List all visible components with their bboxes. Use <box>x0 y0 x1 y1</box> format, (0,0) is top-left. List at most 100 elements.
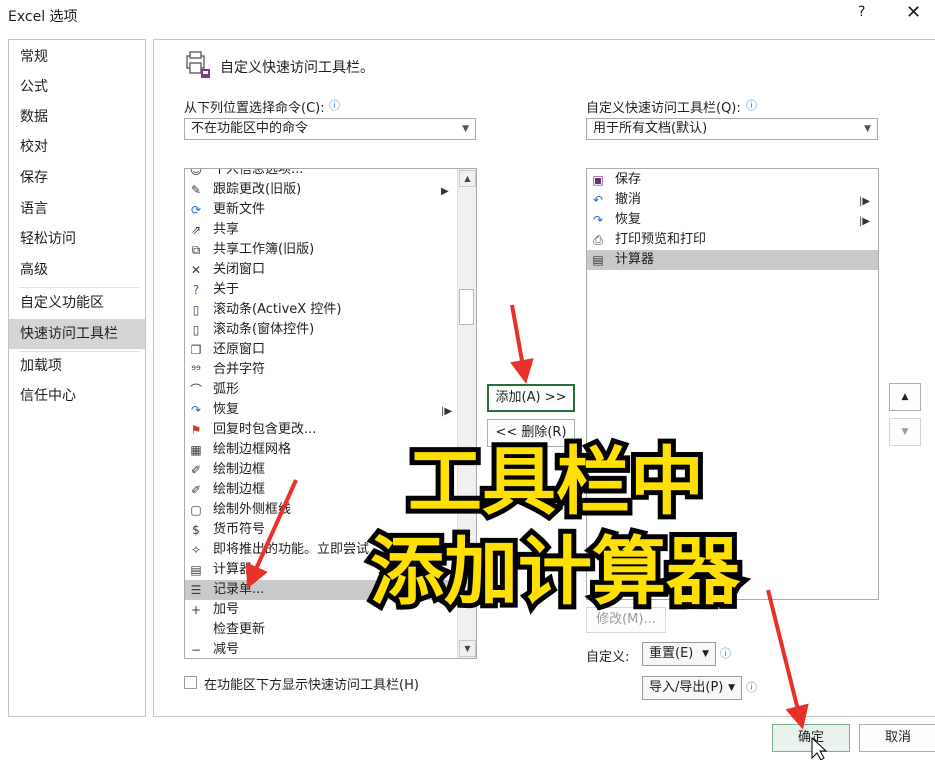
sidebar-item-advanced[interactable]: 高级 <box>9 255 145 285</box>
sidebar-item-formulas[interactable]: 公式 <box>9 72 145 102</box>
sidebar-item-proofing[interactable]: 校对 <box>9 132 145 162</box>
command-label: 弧形 <box>213 382 240 397</box>
choose-commands-select[interactable]: 不在功能区中的命令 ▼ <box>184 118 476 140</box>
cancel-button[interactable]: 取消 <box>859 724 935 752</box>
scrollbar-form-icon: ▯ <box>192 323 200 337</box>
command-label: 共享工作簿(旧版) <box>213 242 315 257</box>
info-icon: ⓘ <box>746 681 757 694</box>
move-up-button[interactable]: ▲ <box>889 383 921 411</box>
qat-list-item[interactable]: ▣ 保存 <box>587 170 878 190</box>
command-label: 加号 <box>213 602 240 617</box>
qat-list-item[interactable]: ⎙ 打印预览和打印 <box>587 230 878 250</box>
window-title: Excel 选项 <box>8 9 78 25</box>
person-icon: ☺ <box>189 168 203 177</box>
command-list-item[interactable]: ▯ 滚动条(窗体控件) <box>185 320 457 340</box>
sidebar-item-language[interactable]: 语言 <box>9 194 145 224</box>
command-label: 绘制边框网格 <box>213 442 292 457</box>
draw-border-icon: ✐ <box>190 463 202 477</box>
chevron-down-icon: ▼ <box>728 683 735 693</box>
command-label: 合并字符 <box>213 362 266 377</box>
show-below-ribbon-checkbox[interactable] <box>184 676 197 689</box>
command-list-item[interactable]: ⚑ 回复时包含更改... <box>185 420 457 440</box>
command-list-item[interactable]: ❐ 还原窗口 <box>185 340 457 360</box>
command-list-item[interactable]: ⇗ 共享 <box>185 220 457 240</box>
reply-changes-icon: ⚑ <box>190 423 202 437</box>
sidebar-item-general[interactable]: 常规 <box>9 42 145 72</box>
page-title: 自定义快速访问工具栏。 <box>220 60 374 76</box>
command-label: 记录单... <box>213 582 265 597</box>
scroll-down-button[interactable]: ▼ <box>459 640 476 657</box>
command-list-item[interactable]: − 减号 <box>185 640 457 658</box>
qat-list-item[interactable]: ↶ 撤消 |▶ <box>587 190 878 210</box>
command-list-item[interactable]: ⧉ 共享工作簿(旧版) <box>185 240 457 260</box>
command-label: 回复时包含更改... <box>213 422 317 437</box>
command-list-item[interactable]: ✕ 关闭窗口 <box>185 260 457 280</box>
command-list-item[interactable]: 检查更新 <box>185 620 457 640</box>
form-icon: ☰ <box>190 583 202 597</box>
sidebar-item-save[interactable]: 保存 <box>9 163 145 193</box>
sidebar-item-trust-center[interactable]: 信任中心 <box>9 381 145 411</box>
help-button[interactable]: ? <box>858 4 865 20</box>
customize-qat-select[interactable]: 用于所有文档(默认) ▼ <box>586 118 878 140</box>
update-file-icon: ⟳ <box>190 203 202 217</box>
sidebar-item-quick-access-toolbar[interactable]: 快速访问工具栏 <box>9 319 145 349</box>
restore-window-icon: ❐ <box>190 343 202 357</box>
qat-item-label: 撤消 <box>615 192 642 207</box>
sidebar-item-data[interactable]: 数据 <box>9 102 145 132</box>
command-label: 绘制外侧框线 <box>213 502 292 517</box>
command-list-item[interactable]: ▯ 滚动条(ActiveX 控件) <box>185 300 457 320</box>
scroll-thumb[interactable] <box>459 289 474 325</box>
calculator-icon: ▤ <box>592 253 604 267</box>
add-button[interactable]: 添加(A) >> <box>487 384 575 412</box>
command-list-item[interactable]: ⌒ 弧形 <box>185 380 457 400</box>
command-label: 关于 <box>213 282 240 297</box>
choose-commands-label: 从下列位置选择命令(C): <box>184 101 325 116</box>
ok-button[interactable]: 确定 <box>772 724 850 752</box>
qat-item-label: 计算器 <box>615 252 655 267</box>
print-preview-icon: ⎙ <box>593 233 603 247</box>
command-label: 滚动条(窗体控件) <box>213 322 315 337</box>
scrollbar-activex-icon: ▯ <box>192 303 200 317</box>
command-list-item[interactable]: ? 关于 <box>185 280 457 300</box>
submenu-arrow-icon: |▶ <box>859 216 871 227</box>
save-icon: ▣ <box>592 173 604 187</box>
command-list-item[interactable]: ↷ 恢复 |▶ <box>185 400 457 420</box>
qat-list-item[interactable]: ↷ 恢复 |▶ <box>587 210 878 230</box>
sidebar-item-customize-ribbon[interactable]: 自定义功能区 <box>9 288 145 318</box>
command-list-item[interactable]: ⁹⁹ 合并字符 <box>185 360 457 380</box>
import-export-label: 导入/导出(P) <box>649 680 724 695</box>
sidebar-item-accessibility[interactable]: 轻松访问 <box>9 224 145 254</box>
chevron-down-icon: ▼ <box>864 124 871 134</box>
command-list-item[interactable]: ⟳ 更新文件 <box>185 200 457 220</box>
command-label: 绘制边框 <box>213 482 266 497</box>
minus-icon: − <box>190 643 202 657</box>
submenu-arrow-icon: |▶ <box>859 196 871 207</box>
scroll-up-button[interactable]: ▲ <box>459 170 476 187</box>
qat-list-item[interactable]: ▤ 计算器 <box>587 250 878 270</box>
info-icon: ⓘ <box>720 647 731 660</box>
coming-soon-icon: ✧ <box>190 543 202 557</box>
draw-border-grid-icon: ▦ <box>190 443 202 457</box>
import-export-dropdown[interactable]: 导入/导出(P) ▼ <box>642 676 742 700</box>
command-label: 计算器 <box>213 562 253 577</box>
command-label: 即将推出的功能。立即尝试 <box>213 542 370 557</box>
command-label: 货币符号 <box>213 522 266 537</box>
share-workbook-icon: ⧉ <box>191 243 201 257</box>
command-label: 检查更新 <box>213 622 266 637</box>
info-icon: ⓘ <box>746 99 757 112</box>
redo-icon: ↷ <box>190 403 202 417</box>
redo-icon: ↷ <box>592 213 604 227</box>
combine-chars-icon: ⁹⁹ <box>191 363 201 377</box>
move-down-button[interactable]: ▼ <box>889 418 921 446</box>
command-list-item[interactable]: ✎ 跟踪更改(旧版) ▶ <box>185 180 457 200</box>
command-list-item[interactable]: ☺ 个人信息选项... <box>185 168 457 180</box>
sidebar-item-addins[interactable]: 加载项 <box>9 351 145 381</box>
command-label: 更新文件 <box>213 202 266 217</box>
command-label: 关闭窗口 <box>213 262 266 277</box>
check-update-icon <box>188 620 204 640</box>
plus-icon: + <box>190 603 202 617</box>
close-button[interactable]: ✕ <box>906 2 921 23</box>
qat-item-label: 恢复 <box>615 212 642 227</box>
reset-dropdown[interactable]: 重置(E) ▼ <box>642 642 716 666</box>
command-label: 绘制边框 <box>213 462 266 477</box>
